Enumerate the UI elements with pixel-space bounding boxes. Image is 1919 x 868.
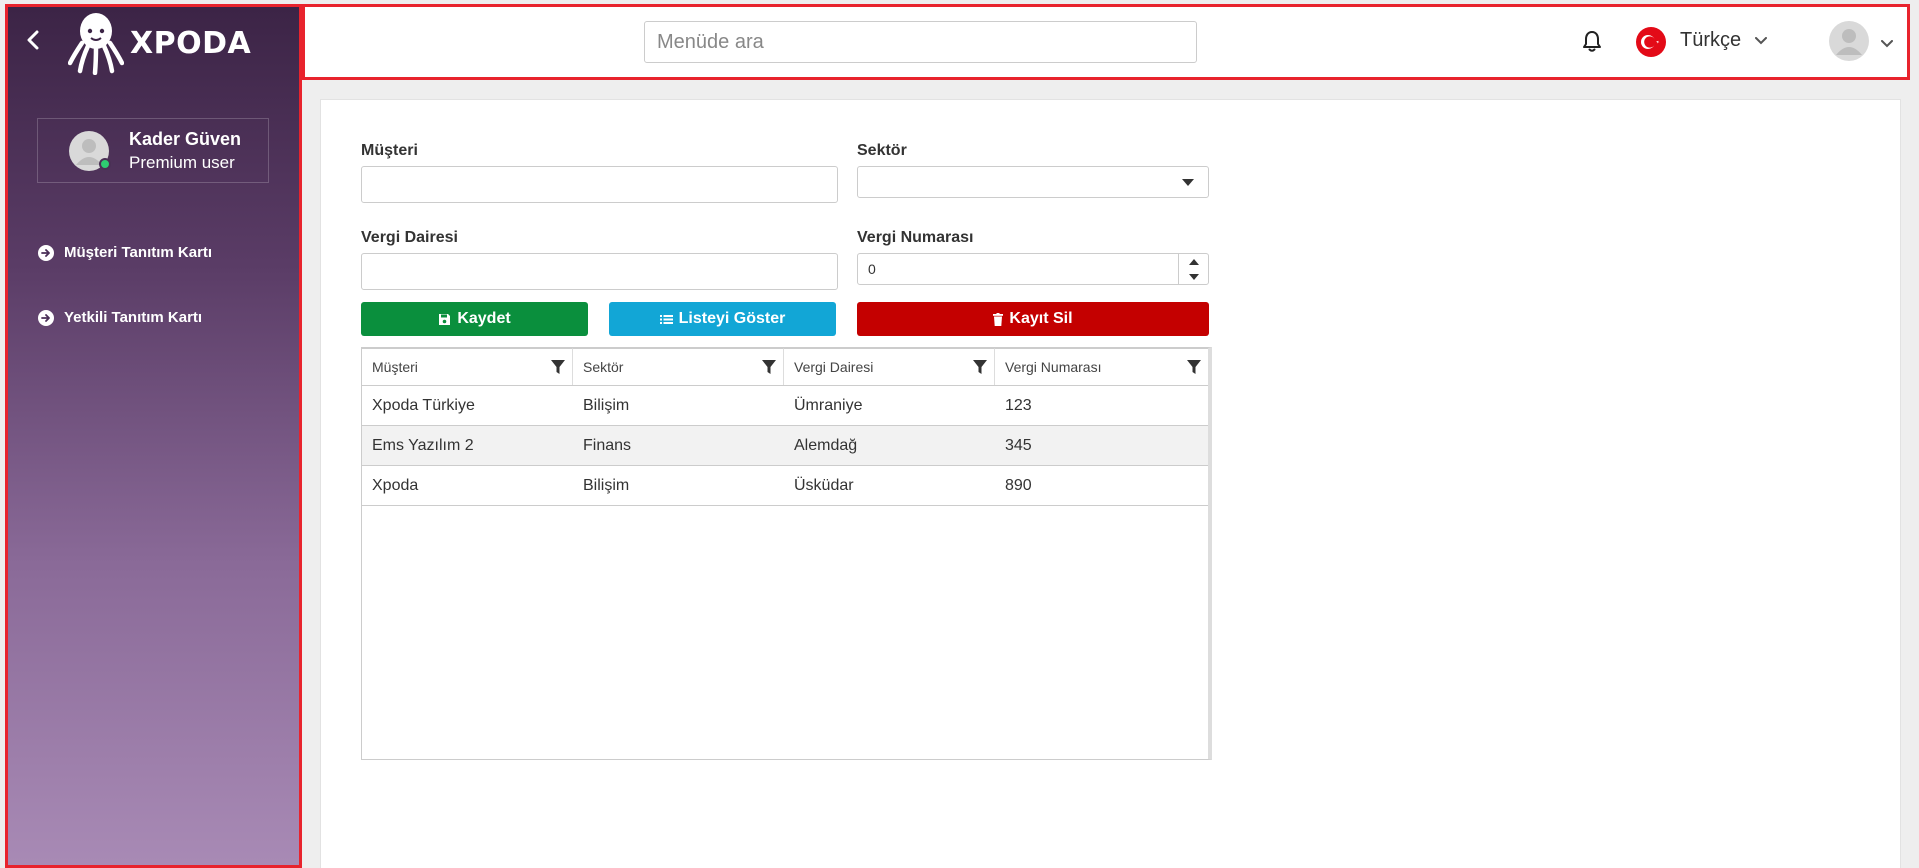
table-cell: Alemdağ — [794, 436, 858, 454]
notifications-button[interactable] — [1581, 29, 1605, 55]
caret-down-icon — [1182, 179, 1194, 186]
save-button-label: Kaydet — [457, 310, 511, 327]
trash-icon — [993, 312, 1004, 326]
floppy-disk-icon — [439, 313, 451, 325]
sidebar-item-musteri-tanitim-karti[interactable]: Müşteri Tanıtım Kartı — [38, 244, 212, 261]
sidebar-item-yetkili-tanitim-karti[interactable]: Yetkili Tanıtım Kartı — [38, 309, 202, 326]
table-cell: Ems Yazılım 2 — [372, 436, 474, 454]
tax-number-label: Vergi Numarası — [857, 229, 974, 246]
table-cell: Üsküdar — [794, 476, 854, 494]
sidebar-item-label: Müşteri Tanıtım Kartı — [64, 244, 213, 261]
top-header: Türkçe — [302, 4, 1910, 80]
show-list-button[interactable]: Listeyi Göster — [609, 302, 836, 336]
sidebar-item-label: Yetkili Tanıtım Kartı — [64, 309, 203, 326]
column-header-vergi-dairesi[interactable]: Vergi Dairesi — [784, 348, 995, 385]
caret-up-icon — [1188, 258, 1199, 265]
menu-search-input[interactable] — [644, 21, 1197, 63]
filter-icon[interactable] — [972, 359, 988, 375]
table-cell: Finans — [583, 436, 632, 454]
increment-button[interactable] — [1179, 254, 1208, 269]
table-cell: 890 — [1005, 476, 1032, 494]
table-cell: Xpoda Türkiye — [372, 396, 475, 414]
user-name: Kader Güven — [129, 128, 242, 149]
filter-icon[interactable] — [1186, 359, 1202, 375]
collapse-sidebar-button[interactable] — [20, 27, 46, 53]
grid-header: Müşteri Sektör Vergi Dairesi Vergi Numar… — [362, 348, 1208, 386]
user-card[interactable]: Kader Güven Premium user — [37, 118, 269, 183]
user-role: Premium user — [129, 152, 235, 172]
filter-icon[interactable] — [761, 359, 777, 375]
table-row[interactable]: Ems Yazılım 2 Finans Alemdağ 345 — [362, 426, 1208, 466]
table-row[interactable]: Xpoda Bilişim Üsküdar 890 — [362, 466, 1208, 506]
language-selector[interactable]: Türkçe — [1680, 29, 1768, 52]
chevron-left-icon — [27, 30, 39, 50]
table-cell: Bilişim — [583, 396, 630, 414]
sidebar: XPODA Kader Güven Premium user Müşteri T… — [5, 4, 302, 868]
decrement-button[interactable] — [1179, 269, 1208, 284]
sector-dropdown[interactable] — [857, 166, 1209, 198]
show-list-button-label: Listeyi Göster — [678, 310, 786, 327]
language-label: Türkçe — [1680, 29, 1742, 51]
column-header-vergi-numarasi[interactable]: Vergi Numarası — [995, 348, 1208, 385]
main-form-card: Müşteri Sektör Vergi Dairesi Vergi Numar… — [320, 99, 1901, 868]
tax-number-input[interactable] — [858, 254, 1178, 284]
bell-icon — [1583, 31, 1601, 52]
table-cell: 123 — [1005, 396, 1032, 414]
customer-input[interactable] — [361, 166, 838, 203]
save-button[interactable]: Kaydet — [361, 302, 588, 336]
list-icon — [659, 314, 673, 324]
arrow-circle-right-icon — [38, 309, 54, 326]
logo-text: XPODA — [130, 25, 252, 61]
chevron-down-icon — [1755, 36, 1768, 44]
customer-grid: Müşteri Sektör Vergi Dairesi Vergi Numar… — [361, 347, 1212, 760]
delete-record-button-label: Kayıt Sil — [1009, 310, 1073, 327]
chevron-down-icon — [1881, 40, 1893, 48]
table-cell: Bilişim — [583, 476, 630, 494]
sector-label: Sektör — [857, 142, 907, 159]
column-header-musteri[interactable]: Müşteri — [362, 348, 573, 385]
user-menu-chevron[interactable] — [1881, 35, 1893, 53]
user-menu-avatar[interactable] — [1829, 21, 1869, 61]
logo[interactable]: XPODA — [68, 11, 251, 75]
tax-number-stepper[interactable] — [857, 253, 1209, 285]
table-cell: Xpoda — [372, 476, 419, 494]
table-cell: Ümraniye — [794, 396, 863, 414]
tax-office-label: Vergi Dairesi — [361, 229, 458, 246]
user-avatar-icon — [1829, 21, 1869, 61]
turkey-flag-icon[interactable] — [1636, 27, 1666, 57]
column-header-sektor[interactable]: Sektör — [573, 348, 784, 385]
arrow-circle-right-icon — [38, 244, 54, 261]
avatar — [69, 130, 111, 171]
filter-icon[interactable] — [550, 359, 566, 375]
table-row[interactable]: Xpoda Türkiye Bilişim Ümraniye 123 — [362, 386, 1208, 426]
delete-record-button[interactable]: Kayıt Sil — [857, 302, 1209, 336]
table-cell: 345 — [1005, 436, 1032, 454]
caret-down-icon — [1188, 273, 1199, 280]
octopus-logo-icon — [68, 13, 124, 75]
tax-office-input[interactable] — [361, 253, 838, 290]
online-status-dot — [99, 157, 111, 170]
customer-label: Müşteri — [361, 142, 418, 159]
